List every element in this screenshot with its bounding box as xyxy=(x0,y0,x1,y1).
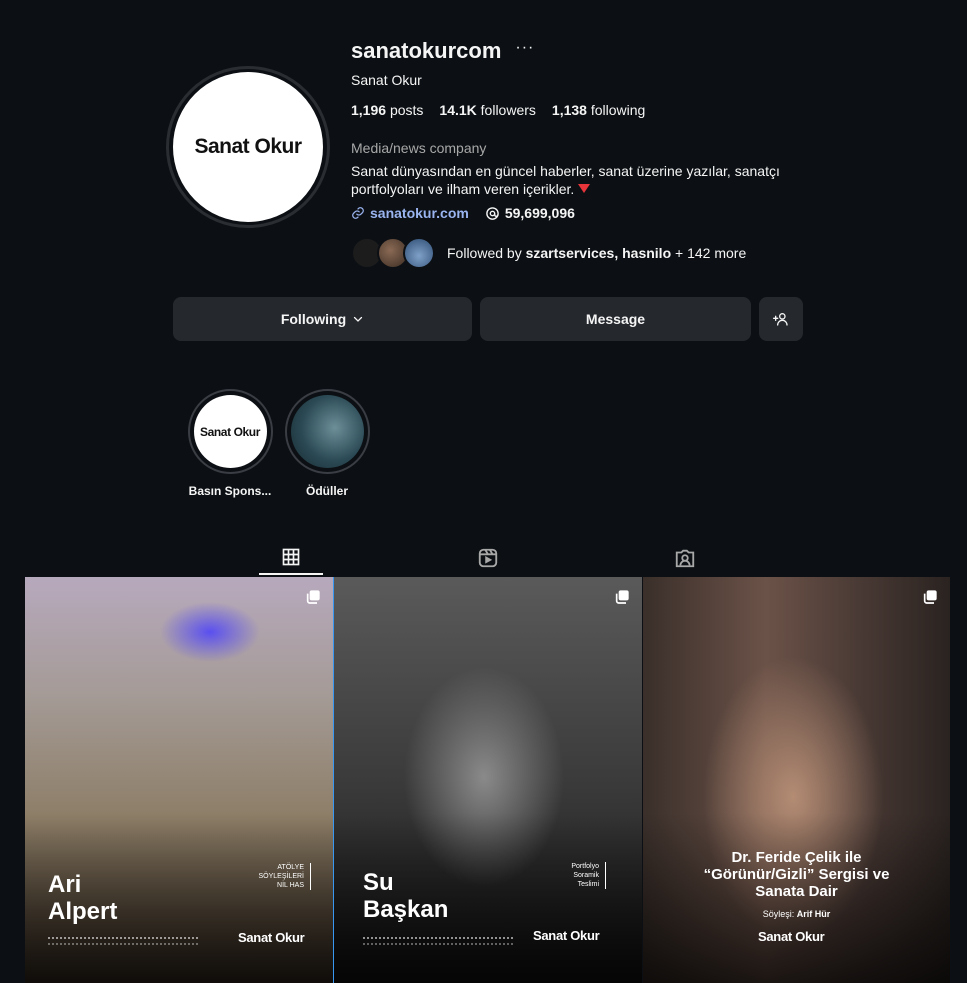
post-brand: Sanat Okur xyxy=(238,930,305,945)
follower-avatars xyxy=(351,237,435,269)
avatar-logo-text: Sanat Okur xyxy=(194,135,302,158)
post-tile[interactable]: Ari Alpert ATÖLYE SÖYLEŞİLERİ NİL HAS Sa… xyxy=(25,577,333,983)
threads-badge[interactable]: 59,699,096 xyxy=(485,205,575,221)
following-button[interactable]: Following xyxy=(173,297,472,341)
followed-by-text: Followed by szartservices, hasnilo + 142… xyxy=(447,245,747,261)
website-link[interactable]: sanatokur.com xyxy=(351,205,469,221)
post-tag: Portfolyo Soramik Teslimi xyxy=(571,862,606,889)
highlight-ring: Sanat Okur xyxy=(187,389,273,474)
red-triangle-icon xyxy=(578,184,591,193)
post-caption-fineprint xyxy=(48,937,198,945)
suggest-users-button[interactable] xyxy=(759,297,803,341)
chevron-down-icon xyxy=(354,316,363,322)
followers-stat[interactable]: 14.1K followers xyxy=(439,102,536,118)
message-button[interactable]: Message xyxy=(480,297,751,341)
grid-icon xyxy=(282,548,300,565)
following-stat[interactable]: 1,138 following xyxy=(552,102,645,118)
post-name: Su Başkan xyxy=(363,869,449,923)
highlight-ring xyxy=(284,389,370,474)
followed-by-row[interactable]: Followed by szartservices, hasnilo + 142… xyxy=(351,237,746,269)
highlight-basin-sponsorlugu[interactable]: Sanat Okur Basın Spons... xyxy=(180,389,280,498)
threads-icon xyxy=(486,206,499,220)
tagged-icon xyxy=(675,549,695,567)
tab-tagged[interactable] xyxy=(653,540,717,575)
carousel-icon xyxy=(615,590,629,604)
carousel-icon xyxy=(923,590,937,604)
post-subtitle: Söyleşi: Arif Hür xyxy=(762,909,831,919)
tab-reels[interactable] xyxy=(456,540,520,575)
highlight-logo-text: Sanat Okur xyxy=(199,424,261,439)
links-row: sanatokur.com 59,699,096 xyxy=(351,205,575,221)
profile-category: Media/news company xyxy=(351,140,487,156)
username-row: sanatokurcom ··· xyxy=(351,38,534,64)
more-options-icon[interactable]: ··· xyxy=(515,39,534,57)
tab-posts[interactable] xyxy=(259,540,323,575)
highlight-oduller[interactable]: Ödüller xyxy=(277,389,377,498)
profile-bio: Sanat dünyasından en güncel haberler, sa… xyxy=(351,163,780,197)
profile-avatar-ring[interactable]: Sanat Okur xyxy=(166,66,330,228)
username: sanatokurcom xyxy=(351,38,502,63)
post-caption-fineprint xyxy=(363,937,513,945)
post-tile[interactable]: Su Başkan Portfolyo Soramik Teslimi Sana… xyxy=(334,577,642,983)
link-icon xyxy=(352,207,364,219)
profile-avatar[interactable]: Sanat Okur xyxy=(173,72,323,222)
highlight-cover xyxy=(290,395,364,468)
add-user-icon xyxy=(773,313,788,326)
post-tag: ATÖLYE SÖYLEŞİLERİ NİL HAS xyxy=(258,863,311,890)
full-name: Sanat Okur xyxy=(351,72,422,88)
post-tile[interactable]: Dr. Feride Çelik ile “Görünür/Gizli” Ser… xyxy=(643,577,950,983)
highlight-label: Basın Spons... xyxy=(188,484,272,498)
posts-stat: 1,196 posts xyxy=(351,102,424,118)
highlight-cover: Sanat Okur xyxy=(193,395,267,468)
post-title: Dr. Feride Çelik ile “Görünür/Gizli” Ser… xyxy=(703,849,890,900)
post-brand: Sanat Okur xyxy=(758,929,825,944)
carousel-icon xyxy=(306,590,320,604)
post-name: Ari Alpert xyxy=(48,871,118,925)
reels-icon xyxy=(478,548,498,567)
profile-stats: 1,196 posts 14.1K followers 1,138 follow… xyxy=(351,102,645,118)
follower-avatar xyxy=(403,237,435,269)
highlight-label: Ödüller xyxy=(305,484,348,498)
post-brand: Sanat Okur xyxy=(533,928,600,943)
